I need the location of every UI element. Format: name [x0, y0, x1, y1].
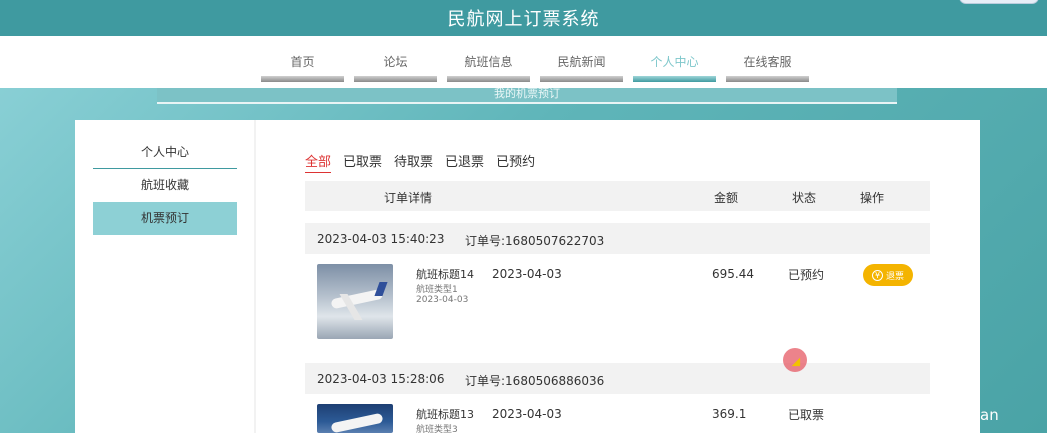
order-number: 订单号:1680507622703 — [465, 234, 605, 248]
refund-label: 退票 — [885, 271, 904, 282]
nav-item-home[interactable]: 首页 — [261, 36, 344, 82]
tab-picked-up[interactable]: 已取票 — [343, 151, 382, 173]
flight-image[interactable] — [317, 264, 393, 339]
nav-item-label: 首页 — [290, 55, 315, 69]
order-filter-tabs: 全部 已取票 待取票 已退票 已预约 — [305, 151, 535, 173]
flight-type: 航班类型3 — [416, 425, 458, 433]
tab-refunded[interactable]: 已退票 — [445, 151, 484, 173]
order-datetime: 2023-04-03 15:40:23 — [317, 232, 445, 246]
flight-title[interactable]: 航班标题13 — [416, 406, 474, 422]
nav-item-personal-center[interactable]: 个人中心 — [633, 36, 716, 82]
tab-to-pick-up[interactable]: 待取票 — [394, 151, 433, 173]
sidebar-item-flight-favorites[interactable]: 航班收藏 — [93, 169, 237, 202]
refund-button[interactable]: ¥ 退票 — [863, 264, 913, 286]
watermark: CSDN @计算机YiDian — [844, 406, 999, 424]
refund-icon: ¥ — [871, 269, 883, 281]
orders-content: 全部 已取票 待取票 已退票 已预约 订单详情 金额 状态 操作 2023-04… — [305, 120, 930, 433]
tab-all[interactable]: 全部 — [305, 151, 332, 173]
flight-small-date: 2023-04-03 — [416, 295, 469, 305]
order-number: 订单号:1680506886036 — [465, 374, 605, 388]
flight-image[interactable] — [317, 404, 393, 433]
flight-date: 2023-04-03 — [492, 267, 562, 281]
sidebar-item-personal-center[interactable]: 个人中心 — [93, 136, 237, 169]
order-status: 已取票 — [788, 408, 825, 422]
sidebar: 个人中心 航班收藏 机票预订 — [75, 120, 255, 433]
nav-item-label: 航班信息 — [464, 55, 513, 69]
nav-item-label: 个人中心 — [650, 55, 699, 69]
main-nav: 首页 论坛 航班信息 民航新闻 个人中心 在线客服 — [0, 36, 1047, 88]
order-status: 已预约 — [788, 268, 825, 282]
order-amount: 695.44 — [712, 267, 754, 281]
nav-item-forum[interactable]: 论坛 — [354, 36, 437, 82]
nav-item-news[interactable]: 民航新闻 — [540, 36, 623, 82]
flight-type: 航班类型1 — [416, 285, 458, 295]
header-amount: 金额 — [714, 191, 739, 205]
order-header: 2023-04-03 15:40:23 订单号:1680507622703 — [305, 223, 930, 254]
sidebar-divider — [254, 120, 256, 433]
nav-item-label: 民航新闻 — [557, 55, 606, 69]
header-order-details: 订单详情 — [384, 191, 433, 205]
nav-item-label: 论坛 — [383, 55, 408, 69]
nav-item-label: 在线客服 — [743, 55, 792, 69]
nav-item-flights[interactable]: 航班信息 — [447, 36, 530, 82]
flight-title[interactable]: 航班标题14 — [416, 266, 474, 282]
page-banner: 我的机票预订 — [157, 88, 897, 104]
order-header: 2023-04-03 15:28:06 订单号:1680506886036 — [305, 363, 930, 394]
header-action: 操作 — [860, 191, 885, 205]
main-panel: 个人中心 航班收藏 机票预订 全部 已取票 待取票 已退票 已预约 订单详情 金… — [75, 120, 980, 433]
nav-item-customer-service[interactable]: 在线客服 — [726, 36, 809, 82]
corner-widget[interactable] — [959, 0, 1039, 4]
header-status: 状态 — [792, 191, 817, 205]
flight-date: 2023-04-03 — [492, 407, 562, 421]
order-datetime: 2023-04-03 15:28:06 — [317, 372, 445, 386]
order-amount: 369.1 — [712, 407, 747, 421]
sidebar-item-ticket-booking[interactable]: 机票预订 — [93, 202, 237, 235]
top-bar: 民航网上订票系统 — [0, 0, 1047, 36]
site-title: 民航网上订票系统 — [447, 9, 600, 30]
table-header: 订单详情 金额 状态 操作 — [305, 181, 930, 211]
tab-reserved[interactable]: 已预约 — [496, 151, 535, 173]
